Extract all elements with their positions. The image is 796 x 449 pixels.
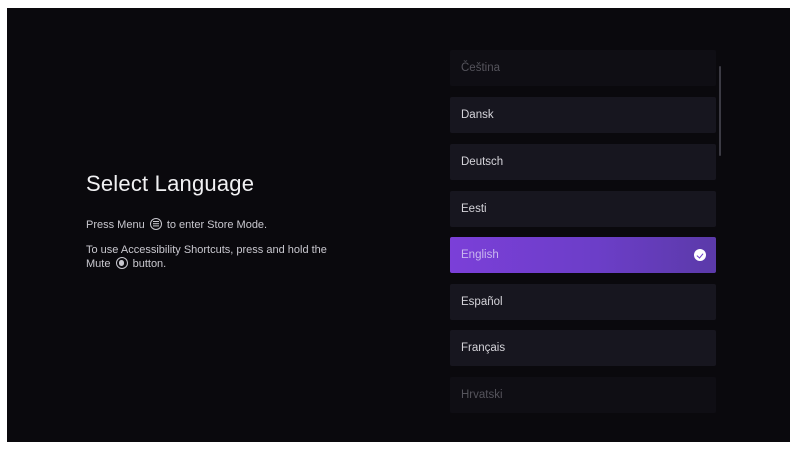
store-mode-hint: Press Menu to enter Store Mode. (86, 218, 426, 233)
instructions-panel: Select Language Press Menu to enter Stor… (86, 171, 426, 282)
checkmark-icon (694, 249, 706, 261)
language-selection-screen: Select Language Press Menu to enter Stor… (7, 8, 790, 442)
language-item-label: Eesti (461, 203, 487, 215)
mute-button-icon (115, 257, 128, 269)
language-list[interactable]: Čeština Dansk Deutsch Eesti English Espa… (450, 50, 720, 426)
language-item-francais[interactable]: Français (450, 330, 716, 366)
language-item-label: Deutsch (461, 156, 504, 168)
language-item-label: Español (461, 296, 503, 308)
language-item-eesti[interactable]: Eesti (450, 191, 716, 227)
language-item-label: Hrvatski (461, 389, 503, 401)
language-item-cestina[interactable]: Čeština (450, 50, 716, 86)
language-item-label: Čeština (461, 62, 500, 74)
list-scrollbar[interactable] (719, 66, 721, 156)
store-hint-suffix: to enter Store Mode. (166, 219, 268, 231)
language-item-deutsch[interactable]: Deutsch (450, 144, 716, 180)
accessibility-hint: To use Accessibility Shortcuts, press an… (86, 243, 426, 272)
accessibility-hint-suffix: button. (132, 258, 167, 270)
language-item-dansk[interactable]: Dansk (450, 97, 716, 133)
language-item-label: Français (461, 342, 506, 354)
menu-button-icon (149, 218, 162, 230)
language-item-label: Dansk (461, 109, 494, 121)
language-item-english[interactable]: English (450, 237, 716, 273)
accessibility-hint-prefix: Mute (86, 258, 111, 270)
store-hint-prefix: Press Menu (86, 219, 145, 231)
language-item-hrvatski[interactable]: Hrvatski (450, 377, 716, 413)
accessibility-hint-line1: To use Accessibility Shortcuts, press an… (86, 243, 327, 256)
language-item-espanol[interactable]: Español (450, 284, 716, 320)
page-title: Select Language (86, 171, 255, 196)
language-item-label: English (461, 249, 499, 261)
